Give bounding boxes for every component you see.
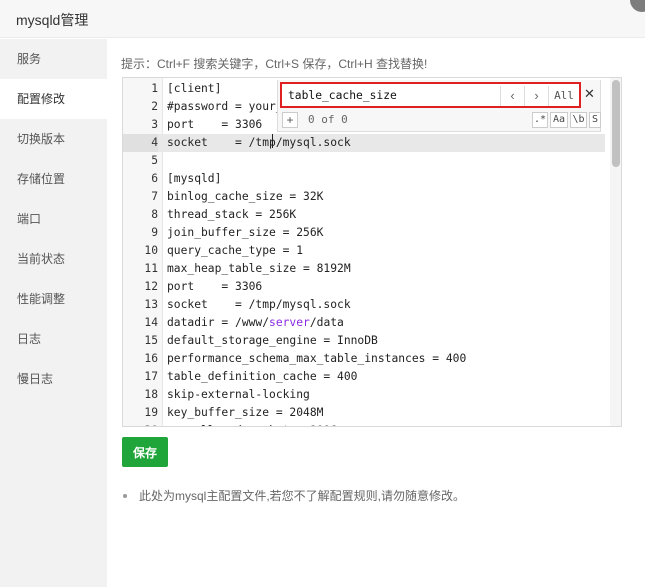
regex-toggle[interactable]: .* (532, 112, 548, 128)
save-button[interactable]: 保存 (122, 437, 168, 467)
scrollbar-thumb[interactable] (612, 80, 620, 167)
sidebar: 服务 配置修改 切换版本 存储位置 端口 当前状态 性能调整 日志 慢日志 (0, 39, 107, 587)
code-line[interactable]: 16 performance_schema_max_table_instances… (123, 350, 605, 368)
chevron-left-icon[interactable]: ‹ (500, 86, 524, 106)
code-text: binlog_cache_size = 32K (167, 190, 324, 203)
code-line[interactable]: 6 [mysqld] (123, 170, 605, 188)
code-text: [client] (167, 82, 222, 95)
search-in-selection-toggle[interactable]: S (589, 112, 601, 128)
code-line[interactable]: 14 datadir = /www/server/data (123, 314, 605, 332)
code-text: port = 3306 (167, 118, 263, 131)
line-number: 16 (144, 352, 158, 365)
code-text: max_heap_table_size = 8192M (167, 262, 351, 275)
config-note: 此处为mysql主配置文件,若您不了解配置规则,请勿随意修改。 (123, 487, 465, 504)
sidebar-item-version[interactable]: 切换版本 (0, 119, 107, 159)
code-text: #password = your_ (167, 100, 283, 113)
config-note-text: 此处为mysql主配置文件,若您不了解配置规则,请勿随意修改。 (139, 489, 466, 503)
line-number: 14 (144, 316, 158, 329)
code-text: port = 3306 (167, 280, 263, 293)
line-number: 11 (144, 262, 158, 275)
code-line[interactable]: 4 socket = /tmp/mysql.sock (123, 134, 605, 152)
line-number: 6 (151, 172, 158, 185)
code-text: key_buffer_size = 2048M (167, 406, 324, 419)
sidebar-item-storage[interactable]: 存储位置 (0, 159, 107, 199)
code-line[interactable]: 11 max_heap_table_size = 8192M (123, 260, 605, 278)
sidebar-item-status[interactable]: 当前状态 (0, 239, 107, 279)
code-text: table_definition_cache = 400 (167, 370, 358, 383)
search-panel: ‹ › All ✕ + 0 of 0 .* Aa \b S (277, 80, 601, 132)
code-line[interactable]: 7 binlog_cache_size = 32K (123, 188, 605, 206)
code-line[interactable]: 5 (123, 152, 605, 170)
code-editor[interactable]: 1 [client] 2 #password = your_ 3 port = 3306 4… (122, 77, 622, 427)
code-line[interactable]: 17 table_definition_cache = 400 (123, 368, 605, 386)
code-line[interactable]: 15 default_storage_engine = InnoDB (123, 332, 605, 350)
code-text: skip-external-locking (167, 388, 310, 401)
line-number: 18 (144, 388, 158, 401)
find-all-button[interactable]: All (548, 86, 579, 106)
code-line[interactable]: 18 skip-external-locking (123, 386, 605, 404)
case-sensitive-toggle[interactable]: Aa (550, 112, 568, 128)
code-text: join_buffer_size = 256K (167, 226, 324, 239)
line-number: 8 (151, 208, 158, 221)
code-line[interactable]: 9 join_buffer_size = 256K (123, 224, 605, 242)
toggle-replace-button[interactable]: + (282, 112, 298, 128)
code-text: thread_stack = 256K (167, 208, 297, 221)
code-text: socket = /tmp/mysql.sock (167, 298, 351, 311)
code-line[interactable]: 8 thread_stack = 256K (123, 206, 605, 224)
window-title: mysqld管理 (16, 12, 89, 28)
line-number: 7 (151, 190, 158, 203)
match-count: 0 of 0 (308, 113, 348, 126)
line-number: 20 (123, 422, 158, 426)
tip-text: 提示：Ctrl+F 搜索关键字，Ctrl+S 保存，Ctrl+H 查找替换! (121, 57, 428, 71)
sidebar-item-config[interactable]: 配置修改 (0, 79, 107, 119)
line-number: 13 (144, 298, 158, 311)
line-number: 3 (151, 118, 158, 131)
chevron-right-icon[interactable]: › (524, 86, 548, 106)
line-number: 10 (144, 244, 158, 257)
line-number: 2 (151, 100, 158, 113)
search-box: ‹ › All (280, 82, 581, 108)
bullet-icon (123, 493, 127, 498)
close-icon[interactable]: ✕ (584, 86, 595, 102)
editor-lines[interactable]: 1 [client] 2 #password = your_ 3 port = 3306 4… (123, 80, 605, 426)
code-line[interactable]: 20 max_allowed_packet = 100G (123, 422, 605, 426)
window-titlebar: mysqld管理 (0, 0, 645, 38)
code-text: socket = /tmp/mysql.sock (167, 136, 351, 149)
line-number: 19 (144, 406, 158, 419)
sidebar-item-service[interactable]: 服务 (0, 39, 107, 79)
sidebar-item-performance[interactable]: 性能调整 (0, 279, 107, 319)
line-number: 1 (151, 82, 158, 95)
code-line[interactable]: 13 socket = /tmp/mysql.sock (123, 296, 605, 314)
code-line[interactable]: 19 key_buffer_size = 2048M (123, 404, 605, 422)
sidebar-item-log[interactable]: 日志 (0, 319, 107, 359)
line-number: 15 (144, 334, 158, 347)
line-number: 17 (144, 370, 158, 383)
line-number: 4 (123, 134, 158, 152)
sidebar-item-slow-log[interactable]: 慢日志 (0, 359, 107, 399)
sidebar-item-port[interactable]: 端口 (0, 199, 107, 239)
main-panel: 提示：Ctrl+F 搜索关键字，Ctrl+S 保存，Ctrl+H 查找替换! 1… (107, 39, 645, 587)
code-text: datadir = /www/server/data (167, 316, 344, 329)
text-cursor (272, 134, 273, 148)
line-number: 12 (144, 280, 158, 293)
code-text: default_storage_engine = InnoDB (167, 334, 378, 347)
path-token: server (269, 316, 310, 329)
line-number: 5 (151, 154, 158, 167)
code-line[interactable]: 10 query_cache_type = 1 (123, 242, 605, 260)
search-input[interactable] (288, 87, 498, 104)
code-text: performance_schema_max_table_instances =… (167, 352, 467, 365)
code-line[interactable]: 12 port = 3306 (123, 278, 605, 296)
code-text: max_allowed_packet = 100G (167, 422, 337, 426)
whole-word-toggle[interactable]: \b (570, 112, 587, 128)
code-text: [mysqld] (167, 172, 222, 185)
code-text: query_cache_type = 1 (167, 244, 304, 257)
line-number: 9 (151, 226, 158, 239)
